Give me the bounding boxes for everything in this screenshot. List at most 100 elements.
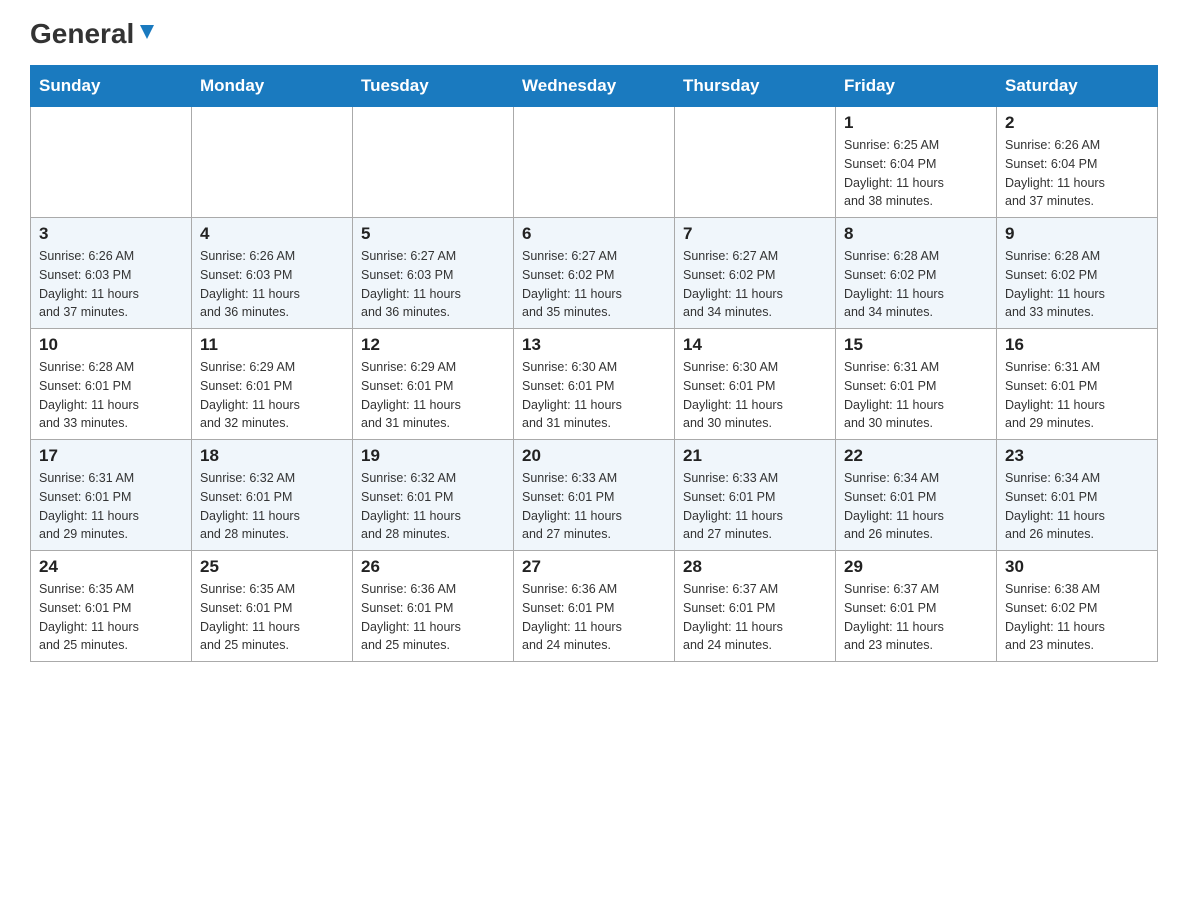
day-info: Sunrise: 6:36 AM Sunset: 6:01 PM Dayligh…	[522, 580, 666, 655]
day-number: 13	[522, 335, 666, 355]
calendar-cell: 7 Sunrise: 6:27 AM Sunset: 6:02 PM Daylig…	[675, 218, 836, 329]
calendar-cell: 30 Sunrise: 6:38 AM Sunset: 6:02 PM Dayli…	[997, 551, 1158, 662]
calendar-cell	[192, 107, 353, 218]
calendar-cell: 2 Sunrise: 6:26 AM Sunset: 6:04 PM Daylig…	[997, 107, 1158, 218]
calendar-cell: 8Sunrise: 6:28 AM Sunset: 6:02 PM Daylig…	[836, 218, 997, 329]
day-info: Sunrise: 6:32 AM Sunset: 6:01 PM Dayligh…	[200, 469, 344, 544]
day-info: Sunrise: 6:25 AM Sunset: 6:04 PM Dayligh…	[844, 136, 988, 211]
calendar-cell: 21 Sunrise: 6:33 AM Sunset: 6:01 PM Dayli…	[675, 440, 836, 551]
day-info: Sunrise: 6:28 AM Sunset: 6:02 PM Dayligh…	[1005, 247, 1149, 322]
day-number: 7	[683, 224, 827, 244]
day-number: 20	[522, 446, 666, 466]
day-info: Sunrise: 6:33 AM Sunset: 6:01 PM Dayligh…	[522, 469, 666, 544]
calendar-cell: 12 Sunrise: 6:29 AM Sunset: 6:01 PM Dayli…	[353, 329, 514, 440]
day-info: Sunrise: 6:38 AM Sunset: 6:02 PM Dayligh…	[1005, 580, 1149, 655]
day-number: 30	[1005, 557, 1149, 577]
day-info: Sunrise: 6:26 AM Sunset: 6:04 PM Dayligh…	[1005, 136, 1149, 211]
day-number: 2	[1005, 113, 1149, 133]
day-number: 9	[1005, 224, 1149, 244]
day-info: Sunrise: 6:33 AM Sunset: 6:01 PM Dayligh…	[683, 469, 827, 544]
calendar-cell: 11 Sunrise: 6:29 AM Sunset: 6:01 PM Dayli…	[192, 329, 353, 440]
day-info: Sunrise: 6:31 AM Sunset: 6:01 PM Dayligh…	[39, 469, 183, 544]
day-info: Sunrise: 6:32 AM Sunset: 6:01 PM Dayligh…	[361, 469, 505, 544]
calendar-week-row: 24 Sunrise: 6:35 AM Sunset: 6:01 PM Dayli…	[31, 551, 1158, 662]
calendar-cell: 5 Sunrise: 6:27 AM Sunset: 6:03 PM Daylig…	[353, 218, 514, 329]
calendar-cell: 19Sunrise: 6:32 AM Sunset: 6:01 PM Dayli…	[353, 440, 514, 551]
calendar-cell: 14 Sunrise: 6:30 AM Sunset: 6:01 PM Dayli…	[675, 329, 836, 440]
day-number: 21	[683, 446, 827, 466]
day-number: 25	[200, 557, 344, 577]
day-number: 24	[39, 557, 183, 577]
day-info: Sunrise: 6:27 AM Sunset: 6:02 PM Dayligh…	[683, 247, 827, 322]
day-number: 29	[844, 557, 988, 577]
weekday-header-tuesday: Tuesday	[353, 66, 514, 107]
day-info: Sunrise: 6:36 AM Sunset: 6:01 PM Dayligh…	[361, 580, 505, 655]
day-info: Sunrise: 6:28 AM Sunset: 6:01 PM Dayligh…	[39, 358, 183, 433]
weekday-header-monday: Monday	[192, 66, 353, 107]
day-info: Sunrise: 6:26 AM Sunset: 6:03 PM Dayligh…	[39, 247, 183, 322]
day-info: Sunrise: 6:30 AM Sunset: 6:01 PM Dayligh…	[522, 358, 666, 433]
calendar-cell: 23 Sunrise: 6:34 AM Sunset: 6:01 PM Dayli…	[997, 440, 1158, 551]
day-info: Sunrise: 6:27 AM Sunset: 6:02 PM Dayligh…	[522, 247, 666, 322]
day-number: 26	[361, 557, 505, 577]
day-number: 22	[844, 446, 988, 466]
calendar-cell: 13 Sunrise: 6:30 AM Sunset: 6:01 PM Dayli…	[514, 329, 675, 440]
day-number: 28	[683, 557, 827, 577]
calendar-week-row: 3 Sunrise: 6:26 AM Sunset: 6:03 PM Daylig…	[31, 218, 1158, 329]
weekday-header-saturday: Saturday	[997, 66, 1158, 107]
calendar-cell: 26 Sunrise: 6:36 AM Sunset: 6:01 PM Dayli…	[353, 551, 514, 662]
day-info: Sunrise: 6:31 AM Sunset: 6:01 PM Dayligh…	[844, 358, 988, 433]
calendar-cell: 15Sunrise: 6:31 AM Sunset: 6:01 PM Dayli…	[836, 329, 997, 440]
calendar-cell: 18 Sunrise: 6:32 AM Sunset: 6:01 PM Dayli…	[192, 440, 353, 551]
calendar-cell: 25 Sunrise: 6:35 AM Sunset: 6:01 PM Dayli…	[192, 551, 353, 662]
day-number: 18	[200, 446, 344, 466]
day-number: 6	[522, 224, 666, 244]
day-number: 14	[683, 335, 827, 355]
calendar-cell: 17 Sunrise: 6:31 AM Sunset: 6:01 PM Dayli…	[31, 440, 192, 551]
day-number: 3	[39, 224, 183, 244]
calendar-cell: 1 Sunrise: 6:25 AM Sunset: 6:04 PM Daylig…	[836, 107, 997, 218]
logo-triangle-icon	[136, 21, 158, 43]
day-info: Sunrise: 6:29 AM Sunset: 6:01 PM Dayligh…	[200, 358, 344, 433]
logo-text-general: General	[30, 20, 134, 48]
calendar-cell	[31, 107, 192, 218]
calendar-cell: 4Sunrise: 6:26 AM Sunset: 6:03 PM Daylig…	[192, 218, 353, 329]
day-number: 1	[844, 113, 988, 133]
day-number: 12	[361, 335, 505, 355]
day-number: 23	[1005, 446, 1149, 466]
logo: General	[30, 20, 158, 50]
calendar-cell: 16 Sunrise: 6:31 AM Sunset: 6:01 PM Dayli…	[997, 329, 1158, 440]
weekday-header-friday: Friday	[836, 66, 997, 107]
day-info: Sunrise: 6:35 AM Sunset: 6:01 PM Dayligh…	[39, 580, 183, 655]
day-info: Sunrise: 6:35 AM Sunset: 6:01 PM Dayligh…	[200, 580, 344, 655]
calendar-header-row: SundayMondayTuesdayWednesdayThursdayFrid…	[31, 66, 1158, 107]
calendar-cell: 20 Sunrise: 6:33 AM Sunset: 6:01 PM Dayli…	[514, 440, 675, 551]
day-info: Sunrise: 6:34 AM Sunset: 6:01 PM Dayligh…	[1005, 469, 1149, 544]
calendar-cell	[353, 107, 514, 218]
calendar-cell: 27Sunrise: 6:36 AM Sunset: 6:01 PM Dayli…	[514, 551, 675, 662]
calendar-cell: 3 Sunrise: 6:26 AM Sunset: 6:03 PM Daylig…	[31, 218, 192, 329]
day-info: Sunrise: 6:34 AM Sunset: 6:01 PM Dayligh…	[844, 469, 988, 544]
day-info: Sunrise: 6:31 AM Sunset: 6:01 PM Dayligh…	[1005, 358, 1149, 433]
calendar-cell: 28 Sunrise: 6:37 AM Sunset: 6:01 PM Dayli…	[675, 551, 836, 662]
calendar-cell: 9 Sunrise: 6:28 AM Sunset: 6:02 PM Daylig…	[997, 218, 1158, 329]
day-info: Sunrise: 6:27 AM Sunset: 6:03 PM Dayligh…	[361, 247, 505, 322]
day-info: Sunrise: 6:30 AM Sunset: 6:01 PM Dayligh…	[683, 358, 827, 433]
calendar-week-row: 10Sunrise: 6:28 AM Sunset: 6:01 PM Dayli…	[31, 329, 1158, 440]
weekday-header-sunday: Sunday	[31, 66, 192, 107]
day-number: 11	[200, 335, 344, 355]
calendar-week-row: 17 Sunrise: 6:31 AM Sunset: 6:01 PM Dayli…	[31, 440, 1158, 551]
day-number: 17	[39, 446, 183, 466]
day-info: Sunrise: 6:26 AM Sunset: 6:03 PM Dayligh…	[200, 247, 344, 322]
calendar-cell: 24 Sunrise: 6:35 AM Sunset: 6:01 PM Dayli…	[31, 551, 192, 662]
page-header: General	[30, 20, 1158, 50]
calendar-cell: 22 Sunrise: 6:34 AM Sunset: 6:01 PM Dayli…	[836, 440, 997, 551]
calendar-cell: 10Sunrise: 6:28 AM Sunset: 6:01 PM Dayli…	[31, 329, 192, 440]
weekday-header-thursday: Thursday	[675, 66, 836, 107]
calendar-cell	[675, 107, 836, 218]
day-info: Sunrise: 6:29 AM Sunset: 6:01 PM Dayligh…	[361, 358, 505, 433]
day-number: 16	[1005, 335, 1149, 355]
day-number: 5	[361, 224, 505, 244]
day-number: 8	[844, 224, 988, 244]
day-info: Sunrise: 6:37 AM Sunset: 6:01 PM Dayligh…	[683, 580, 827, 655]
